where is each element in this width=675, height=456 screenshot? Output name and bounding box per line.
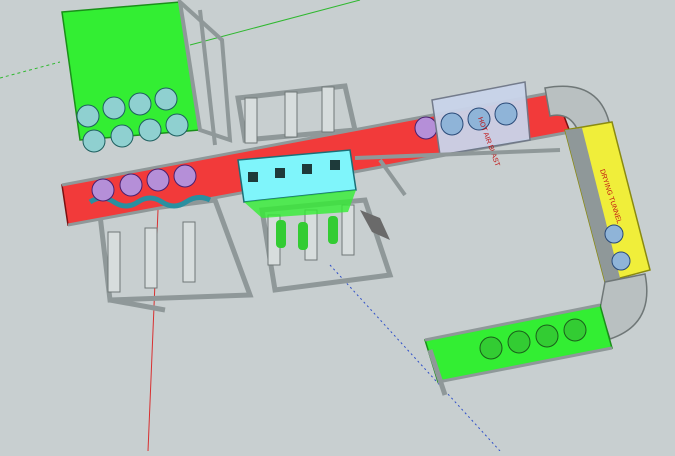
outfeed-conveyor[interactable] bbox=[424, 303, 613, 396]
bottle bbox=[146, 168, 170, 192]
bottle bbox=[76, 104, 100, 128]
bottle bbox=[119, 173, 143, 197]
bottle bbox=[102, 96, 126, 120]
nozzle-head bbox=[302, 164, 312, 174]
frame-post bbox=[321, 86, 335, 133]
bottle bbox=[82, 129, 106, 153]
rinse-nozzle bbox=[328, 216, 338, 244]
bottle bbox=[440, 112, 464, 136]
nozzle-head bbox=[248, 172, 258, 182]
nozzle-head bbox=[330, 160, 340, 170]
bottle bbox=[91, 178, 115, 202]
axis-green-dotted bbox=[0, 61, 61, 79]
frame-post bbox=[144, 227, 158, 289]
bottle bbox=[165, 113, 189, 137]
bottle bbox=[604, 224, 624, 244]
conveyor-line-model[interactable]: HOT AIR BLAST DRYING TUNNEL bbox=[0, 0, 675, 452]
frame-post bbox=[107, 231, 121, 293]
rinse-nozzle bbox=[298, 222, 308, 250]
bottle bbox=[611, 251, 631, 271]
bottle bbox=[535, 324, 559, 348]
bottle bbox=[563, 318, 587, 342]
bottle bbox=[479, 336, 503, 360]
frame-post bbox=[284, 91, 298, 138]
drying-tunnel[interactable]: DRYING TUNNEL bbox=[564, 121, 651, 283]
frame-post bbox=[244, 97, 258, 144]
bottle bbox=[507, 330, 531, 354]
rinse-nozzle bbox=[276, 220, 286, 248]
bottle bbox=[154, 87, 178, 111]
bottle bbox=[173, 164, 197, 188]
bottle bbox=[128, 92, 152, 116]
support-frame-left[interactable] bbox=[97, 197, 254, 313]
axis-green bbox=[189, 0, 361, 46]
frame-post bbox=[182, 221, 196, 283]
rinse-station[interactable] bbox=[237, 149, 357, 218]
bottle bbox=[414, 116, 438, 140]
frame-post bbox=[341, 204, 355, 256]
modeling-viewport[interactable]: HOT AIR BLAST DRYING TUNNEL bbox=[0, 0, 675, 452]
bottle bbox=[494, 102, 518, 126]
bottle bbox=[110, 124, 134, 148]
nozzle-head bbox=[275, 168, 285, 178]
bottle bbox=[138, 118, 162, 142]
infeed-hopper[interactable] bbox=[61, 0, 233, 153]
